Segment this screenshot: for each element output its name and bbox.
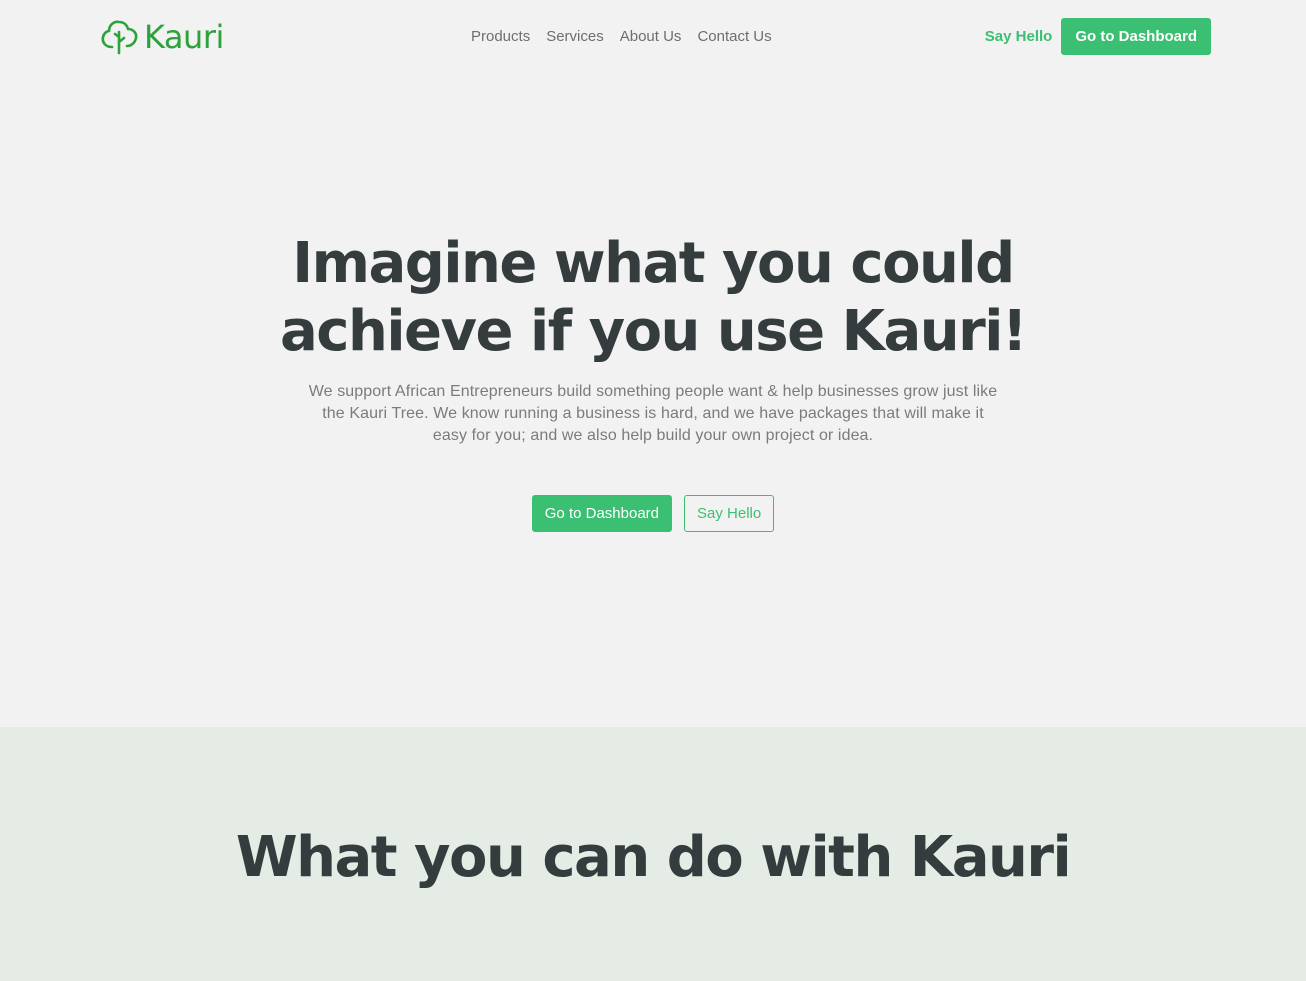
nav-item-services: Services bbox=[538, 27, 612, 47]
top-navbar: Kauri Products Services About Us Contact… bbox=[0, 0, 1306, 74]
main-nav: Products Services About Us Contact Us bbox=[463, 27, 780, 47]
tree-icon bbox=[101, 20, 138, 55]
brand-name: Kauri bbox=[144, 18, 224, 56]
nav-dashboard-button[interactable]: Go to Dashboard bbox=[1061, 18, 1211, 55]
hero-actions: Go to Dashboard Say Hello bbox=[0, 495, 1306, 532]
nav-say-hello-link[interactable]: Say Hello bbox=[985, 18, 1053, 55]
hero-say-hello-button[interactable]: Say Hello bbox=[684, 495, 775, 532]
nav-link-about-us[interactable]: About Us bbox=[612, 27, 690, 47]
brand-logo[interactable]: Kauri bbox=[100, 19, 224, 55]
features-section: What you can do with Kauri bbox=[0, 727, 1306, 981]
hero-dashboard-button[interactable]: Go to Dashboard bbox=[531, 495, 673, 532]
nav-link-contact-us[interactable]: Contact Us bbox=[689, 27, 779, 47]
nav-actions: Say Hello Go to Dashboard bbox=[985, 18, 1211, 55]
hero-subtitle: We support African Entrepreneurs build s… bbox=[308, 383, 998, 444]
features-title: What you can do with Kauri bbox=[235, 825, 1072, 890]
hero-section: Imagine what you could achieve if you us… bbox=[0, 74, 1306, 726]
nav-item-contact: Contact Us bbox=[689, 27, 779, 47]
hero-title: Imagine what you could achieve if you us… bbox=[280, 231, 1027, 364]
nav-link-products[interactable]: Products bbox=[463, 27, 538, 47]
nav-item-about: About Us bbox=[612, 27, 690, 47]
nav-link-services[interactable]: Services bbox=[538, 27, 612, 47]
nav-item-products: Products bbox=[463, 27, 538, 47]
